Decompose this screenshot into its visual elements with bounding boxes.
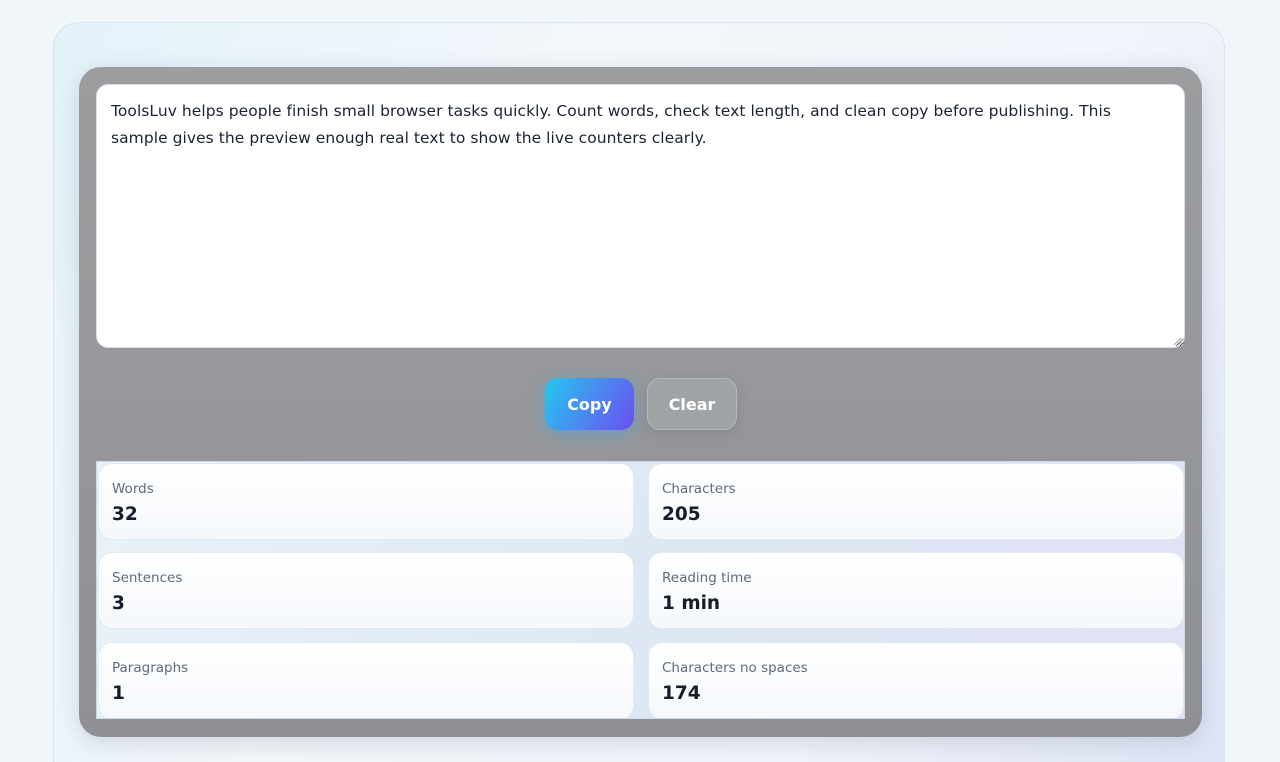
stat-value: 174 (662, 683, 701, 704)
stat-card-characters-no-spaces: Characters no spaces 174 (648, 642, 1184, 718)
stat-label: Words (112, 481, 154, 497)
stats-grid: Words 32 Characters 205 Sentences 3 Read… (96, 461, 1185, 719)
stat-label: Characters (662, 481, 736, 497)
stat-card-words: Words 32 (98, 463, 634, 540)
stat-label: Reading time (662, 570, 752, 586)
stat-value: 3 (112, 593, 125, 614)
text-input[interactable]: ToolsLuv helps people finish small brows… (96, 84, 1185, 348)
stat-label: Sentences (112, 570, 183, 586)
copy-button[interactable]: Copy (545, 378, 634, 430)
stat-label: Paragraphs (112, 660, 189, 676)
resize-handle-icon[interactable] (1173, 337, 1182, 346)
stat-value: 1 min (662, 593, 721, 614)
app-frame: ToolsLuv helps people finish small brows… (53, 22, 1225, 762)
stat-card-paragraphs: Paragraphs 1 (98, 642, 634, 718)
stat-card-sentences: Sentences 3 (98, 552, 634, 629)
word-counter-panel: ToolsLuv helps people finish small brows… (79, 67, 1202, 737)
stat-label: Characters no spaces (662, 660, 808, 676)
stat-card-reading-time: Reading time 1 min (648, 552, 1184, 629)
stat-card-characters: Characters 205 (648, 463, 1184, 540)
clear-button[interactable]: Clear (647, 378, 737, 430)
stat-value: 1 (112, 683, 125, 704)
stat-value: 205 (662, 504, 701, 525)
stat-value: 32 (112, 504, 138, 525)
